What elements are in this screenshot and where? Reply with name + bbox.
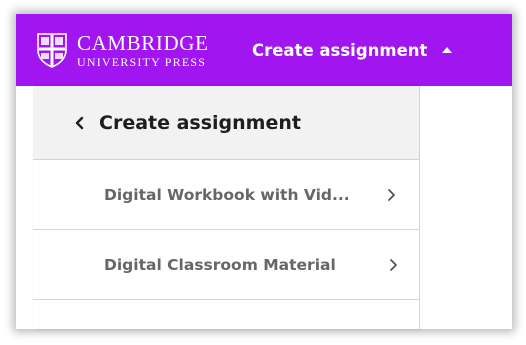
chevron-right-icon [388, 188, 395, 201]
main-content-area [420, 86, 512, 329]
dropdown-label: Create assignment [252, 40, 428, 60]
create-assignment-dropdown[interactable]: Create assignment [252, 28, 453, 72]
menu-item-label: Digital Workbook with Vid... [104, 185, 350, 204]
menu-back-header[interactable]: Create assignment [33, 86, 419, 160]
chevron-right-icon [390, 258, 397, 271]
cambridge-logo[interactable]: CAMBRIDGE UNIVERSITY PRESS [36, 28, 208, 72]
screenshot-frame: CAMBRIDGE UNIVERSITY PRESS Create assign… [0, 0, 526, 345]
create-assignment-menu: Create assignment Digital Workbook with … [33, 86, 420, 329]
caret-up-icon [442, 47, 453, 53]
logo-main-text: CAMBRIDGE [77, 30, 209, 55]
logo-wordmark: CAMBRIDGE UNIVERSITY PRESS [77, 30, 209, 69]
cambridge-shield-icon [37, 33, 67, 68]
chevron-left-icon [75, 116, 84, 129]
menu-title: Create assignment [99, 111, 301, 134]
menu-item-digital-classroom-material[interactable]: Digital Classroom Material [33, 230, 419, 300]
menu-item-label: Digital Classroom Material [104, 255, 336, 274]
logo-sub-text: UNIVERSITY PRESS [77, 54, 207, 69]
menu-item-digital-workbook[interactable]: Digital Workbook with Vid... [33, 160, 419, 230]
